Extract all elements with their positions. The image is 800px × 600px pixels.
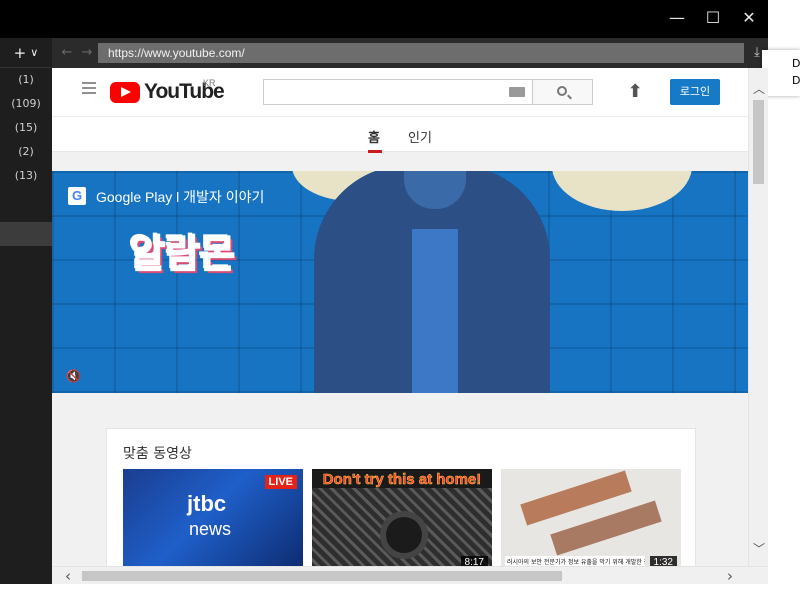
promo-banner[interactable]: G Google Play l 개발자 이야기 알람몬 🔇 (52, 171, 748, 393)
horizontal-scrollbar-thumb[interactable] (82, 571, 562, 581)
channel-logo: jtbc (187, 491, 227, 516)
tire-image (380, 511, 428, 559)
sidebar-item-count[interactable]: (2) (0, 140, 52, 164)
sidebar-item-count[interactable]: (109) (0, 92, 52, 116)
google-icon: G (68, 187, 86, 205)
region-label: KR (203, 78, 216, 88)
search-button[interactable] (533, 79, 593, 105)
tab-trending[interactable]: 인기 (408, 127, 432, 146)
search-icon (557, 86, 567, 96)
address-bar[interactable]: https://www.youtube.com/ (98, 43, 744, 63)
minimize-button[interactable]: — (662, 6, 692, 30)
sidebar-selected-item[interactable] (0, 222, 52, 246)
plus-icon: + (13, 43, 27, 62)
scroll-left-arrow[interactable]: ‹ (58, 567, 78, 585)
browser-toolbar: ← → https://www.youtube.com/ ⤓ (52, 38, 768, 68)
back-button[interactable]: ← (58, 43, 76, 63)
thumbnail-overlay-text: Don't try this at home! (312, 469, 492, 488)
sidebar-add-button[interactable]: + ∨ (0, 38, 52, 68)
video-thumbnail[interactable]: 러시아의 보안 전문가가 정보 유출을 막기 위해 개발한 장치로 1:32 (501, 469, 681, 573)
keyboard-icon[interactable] (509, 87, 525, 97)
youtube-play-icon[interactable] (110, 82, 140, 103)
banner-person-shirt (412, 229, 458, 393)
context-menu-item[interactable]: D (792, 55, 800, 72)
scroll-down-arrow[interactable]: ﹀ (749, 540, 769, 557)
sidebar-item-count[interactable]: (15) (0, 116, 52, 140)
login-button[interactable]: 로그인 (670, 79, 720, 105)
tab-home[interactable]: 홈 (368, 127, 380, 146)
chevron-down-icon: ∨ (30, 46, 39, 59)
vertical-scrollbar[interactable]: ︿ ﹀ (748, 68, 768, 566)
scroll-up-arrow[interactable]: ︿ (749, 80, 769, 97)
mute-icon[interactable]: 🔇 (66, 369, 81, 383)
context-menu-item[interactable]: D (792, 72, 800, 89)
search-input[interactable] (263, 79, 533, 105)
recommended-section: 맞춤 동영상 LIVE jtbc news Don't try this at … (106, 428, 696, 584)
video-thumbnail[interactable]: LIVE jtbc news (123, 469, 303, 573)
vertical-scrollbar-thumb[interactable] (753, 100, 764, 184)
active-tab-indicator (368, 150, 382, 153)
video-thumbnail[interactable]: Don't try this at home! 8:17 (312, 469, 492, 573)
live-badge: LIVE (264, 475, 297, 489)
maximize-button[interactable]: ☐ (698, 6, 728, 30)
sidebar-item-count[interactable]: (13) (0, 164, 52, 188)
scroll-right-arrow[interactable]: › (720, 567, 740, 585)
menu-icon[interactable] (82, 82, 96, 94)
forward-button[interactable]: → (78, 43, 96, 63)
youtube-header: YouTube KR ⬆ 로그인 (52, 68, 748, 116)
banner-title[interactable]: Google Play l 개발자 이야기 (96, 187, 264, 207)
sidebar: + ∨ (1) (109) (15) (2) (13) (0, 38, 52, 584)
window-titlebar: — ☐ ✕ (0, 0, 768, 38)
section-title: 맞춤 동영상 (123, 446, 192, 462)
web-viewport: YouTube KR ⬆ 로그인 홈 인기 G Google Play l 개발… (52, 68, 768, 584)
close-button[interactable]: ✕ (734, 6, 764, 30)
sidebar-item-count[interactable]: (1) (0, 68, 52, 92)
channel-subtitle: news (189, 519, 232, 539)
upload-icon[interactable]: ⬆ (626, 82, 644, 102)
horizontal-scrollbar[interactable]: ‹ › (52, 566, 768, 585)
youtube-tabs: 홈 인기 (52, 116, 748, 153)
banner-app-logo: 알람몬 (129, 231, 236, 277)
